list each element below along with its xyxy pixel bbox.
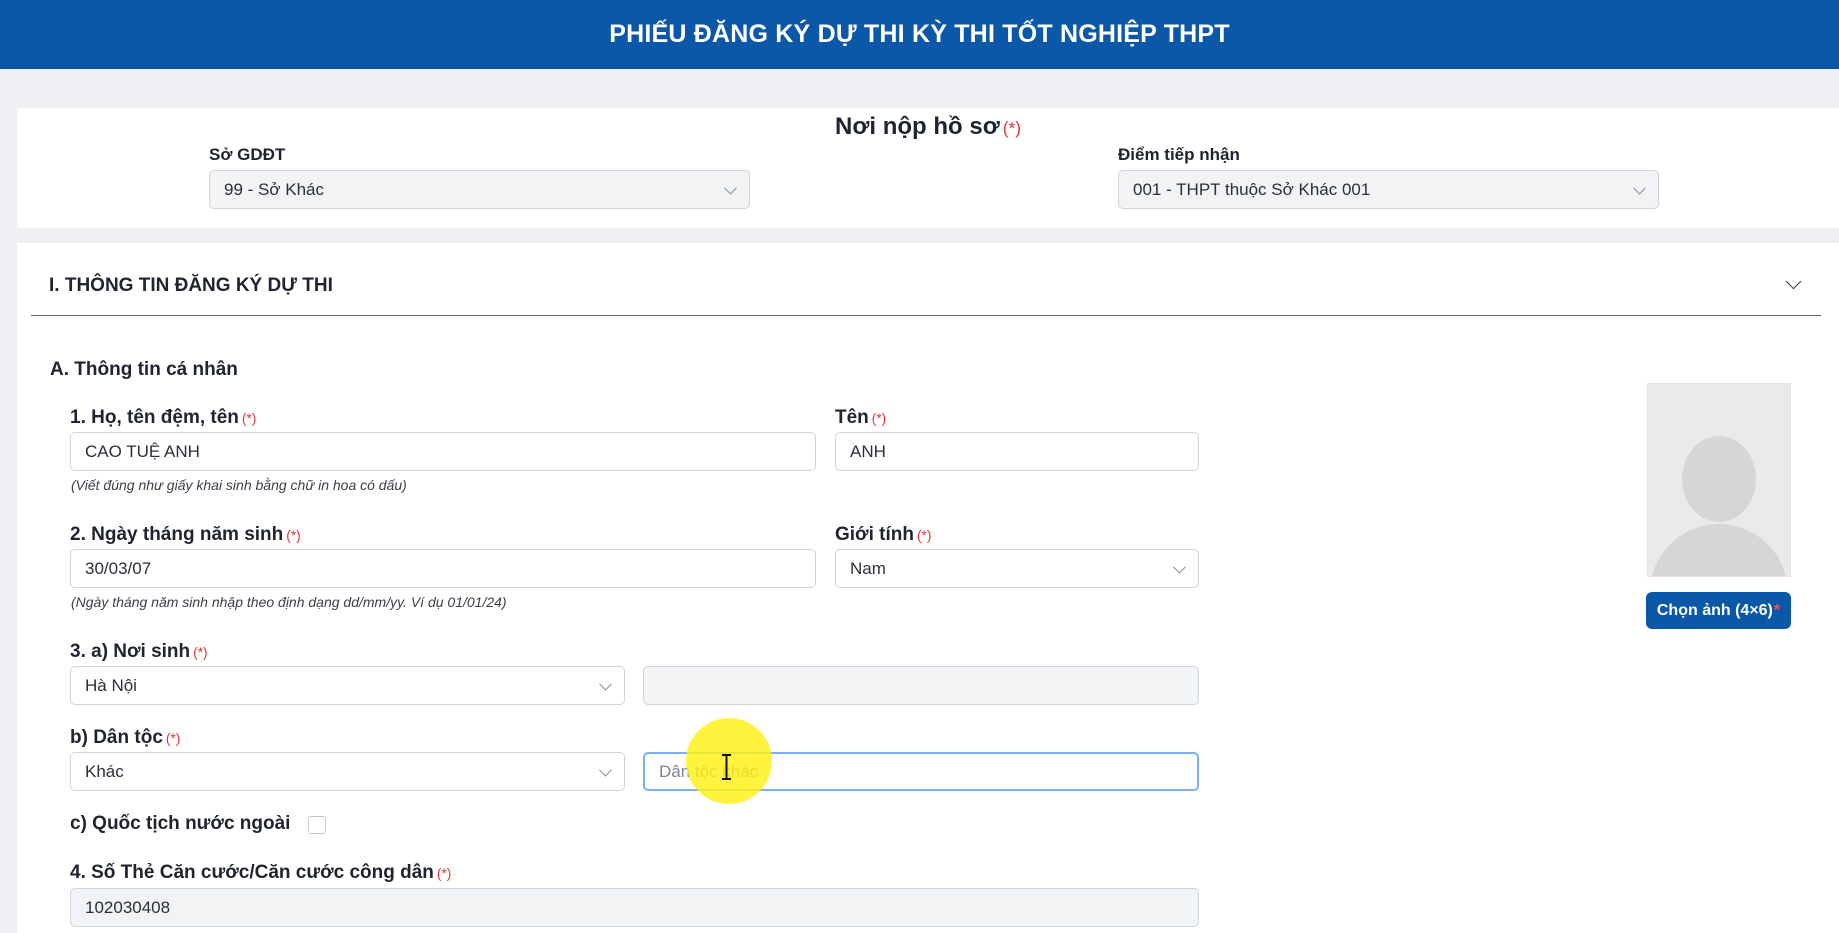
full-name-input[interactable]: CAO TUỆ ANH (70, 432, 816, 471)
department-value: 99 - Sở Khác (224, 179, 324, 199)
section-title: I. THÔNG TIN ĐĂNG KÝ DỰ THI (49, 275, 333, 296)
full-name-label: 1. Họ, tên đệm, tên (*) (70, 407, 256, 429)
ethnicity-label: b) Dân tộc (*) (70, 727, 180, 749)
id-card-input[interactable]: 102030408 (70, 888, 1199, 927)
foreign-nationality-label: c) Quốc tịch nước ngoài (70, 813, 291, 834)
required-mark: (*) (916, 528, 932, 543)
birthplace-label-text: 3. a) Nơi sinh (70, 641, 191, 662)
required-mark: (*) (241, 411, 257, 426)
required-mark: (*) (1002, 118, 1021, 138)
foreign-nationality-checkbox[interactable] (308, 816, 326, 834)
chevron-down-icon (599, 763, 612, 777)
section-header[interactable]: I. THÔNG TIN ĐĂNG KÝ DỰ THI (31, 243, 1821, 316)
id-card-label-text: 4. Số Thẻ Căn cước/Căn cước công dân (70, 862, 434, 883)
required-mark: (*) (286, 528, 301, 543)
ethnicity-value: Khác (85, 761, 124, 781)
gender-value: Nam (850, 558, 886, 578)
full-name-value: CAO TUỆ ANH (85, 441, 200, 461)
gender-label-text: Giới tính (835, 524, 914, 545)
ethnicity-label-text: b) Dân tộc (70, 727, 163, 748)
submission-title-text: Nơi nộp hồ sơ (835, 113, 1000, 140)
birthplace-detail-input[interactable] (643, 666, 1199, 705)
page-title: PHIẾU ĐĂNG KÝ DỰ THI KỲ THI TỐT NGHIỆP T… (609, 20, 1230, 48)
chevron-down-icon (724, 181, 737, 195)
birthplace-value: Hà Nội (85, 675, 137, 695)
department-label: Sở GDĐT (209, 145, 286, 164)
required-mark: (*) (871, 411, 887, 426)
required-mark: (*) (436, 866, 452, 881)
photo-placeholder (1647, 383, 1791, 577)
chevron-down-icon[interactable] (1785, 273, 1802, 290)
dob-hint: (Ngày tháng năm sinh nhập theo định dạng… (71, 594, 507, 610)
submission-title: Nơi nộp hồ sơ (*) (17, 113, 1839, 141)
chevron-down-icon (1173, 560, 1186, 574)
dob-value: 30/03/07 (85, 558, 152, 578)
ethnicity-select[interactable]: Khác (70, 752, 625, 791)
avatar-placeholder-icon (1682, 436, 1756, 522)
required-mark: (*) (165, 731, 181, 746)
chevron-down-icon (599, 677, 612, 691)
receiving-point-value: 001 - THPT thuộc Sở Khác 001 (1133, 179, 1371, 199)
given-name-value: ANH (850, 441, 886, 461)
required-star: * (1773, 601, 1781, 619)
id-card-value: 102030408 (85, 897, 171, 917)
id-card-label: 4. Số Thẻ Căn cước/Căn cước công dân (*) (70, 862, 451, 884)
dob-label: 2. Ngày tháng năm sinh (*) (70, 524, 301, 546)
gender-select[interactable]: Nam (835, 549, 1199, 588)
personal-info-heading: A. Thông tin cá nhân (50, 359, 238, 380)
choose-photo-label: Chọn ảnh (4×6) (1656, 601, 1773, 619)
avatar-body-shape (1650, 524, 1788, 576)
receiving-point-label: Điểm tiếp nhận (1118, 145, 1240, 164)
gender-label: Giới tính (*) (835, 524, 931, 546)
choose-photo-button[interactable]: Chọn ảnh (4×6) * (1646, 592, 1791, 629)
given-name-label: Tên (*) (835, 407, 886, 429)
header-bar: PHIẾU ĐĂNG KÝ DỰ THI KỲ THI TỐT NGHIỆP T… (0, 0, 1839, 69)
receiving-point-select[interactable]: 001 - THPT thuộc Sở Khác 001 (1118, 170, 1659, 209)
dob-input[interactable]: 30/03/07 (70, 549, 816, 588)
required-mark: (*) (193, 645, 208, 660)
birthplace-select[interactable]: Hà Nội (70, 666, 625, 705)
full-name-label-text: 1. Họ, tên đệm, tên (70, 407, 239, 428)
submission-place-card: Nơi nộp hồ sơ (*) Sở GDĐT 99 - Sở Khác Đi… (17, 108, 1839, 228)
chevron-down-icon (1633, 181, 1646, 195)
text-cursor-icon (722, 754, 731, 780)
department-select[interactable]: 99 - Sở Khác (209, 170, 750, 209)
dob-label-text: 2. Ngày tháng năm sinh (70, 524, 284, 545)
registration-info-card: I. THÔNG TIN ĐĂNG KÝ DỰ THI A. Thông tin… (17, 243, 1839, 933)
given-name-input[interactable]: ANH (835, 432, 1199, 471)
full-name-hint: (Viết đúng như giấy khai sinh bằng chữ i… (71, 477, 407, 493)
birthplace-label: 3. a) Nơi sinh (*) (70, 641, 208, 663)
given-name-label-text: Tên (835, 407, 869, 428)
